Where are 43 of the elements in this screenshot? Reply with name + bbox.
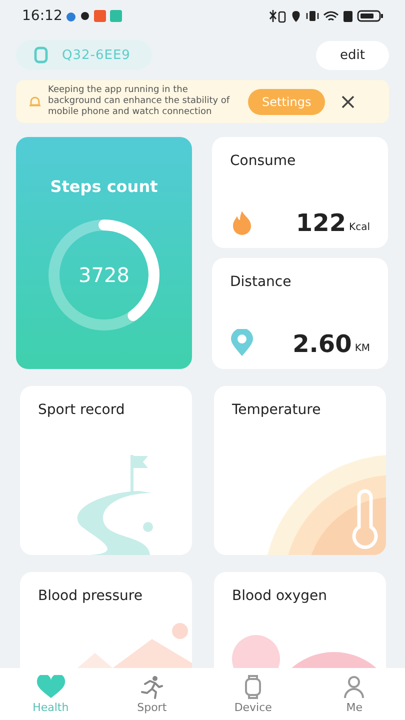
app-notification-icon: [94, 9, 106, 23]
distance-value: 2.60: [292, 331, 352, 357]
edit-button[interactable]: edit: [316, 40, 389, 70]
battery-icon: [357, 9, 383, 23]
app-notification-icon: [110, 9, 122, 23]
heart-icon: [36, 674, 66, 698]
nav-tab[interactable]: Sport: [101, 668, 202, 720]
location-icon: [290, 9, 302, 23]
health-card[interactable]: Blood pressure: [20, 572, 192, 668]
nav-tab[interactable]: Me: [304, 668, 405, 720]
flame-icon: [230, 210, 254, 236]
status-time: 16:12: [22, 8, 62, 24]
health-card[interactable]: Sport record: [20, 386, 192, 555]
location-pin-icon: [230, 329, 254, 357]
card-title: Blood oxygen: [232, 588, 328, 604]
bluetooth-icon: [268, 9, 286, 23]
bell-icon: [28, 94, 42, 108]
distance-card[interactable]: Distance 2.60 KM: [212, 258, 388, 369]
card-title: Consume: [230, 153, 297, 169]
consume-card[interactable]: Consume 122 Kcal: [212, 137, 388, 248]
health-card[interactable]: Temperature: [214, 386, 386, 555]
sim-icon: [343, 9, 353, 23]
watch-icon: [34, 46, 48, 64]
close-icon[interactable]: [341, 94, 356, 108]
calories-unit: Kcal: [349, 222, 370, 233]
app-notification-icon: [80, 9, 90, 23]
card-title: Steps count: [50, 177, 158, 196]
person-icon: [343, 674, 366, 698]
vibrate-icon: [306, 9, 319, 23]
nav-tab[interactable]: Device: [202, 668, 304, 720]
card-title: Temperature: [232, 402, 321, 418]
distance-unit: KM: [354, 343, 370, 354]
card-title: Sport record: [38, 402, 125, 418]
calories-value: 122: [296, 210, 346, 236]
runner-icon: [140, 674, 164, 698]
health-card[interactable]: Blood oxygen: [214, 572, 386, 668]
card-title: Blood pressure: [38, 588, 142, 604]
watch-icon: [243, 674, 264, 698]
steps-value: 3728: [78, 263, 130, 287]
card-title: Distance: [230, 274, 292, 290]
notice-text: Keeping the app running in the background can enhance the stability of mobile phone and watch connection: [48, 85, 231, 118]
device-name: Q32-6EE9: [62, 48, 130, 62]
wifi-icon: [323, 9, 339, 23]
